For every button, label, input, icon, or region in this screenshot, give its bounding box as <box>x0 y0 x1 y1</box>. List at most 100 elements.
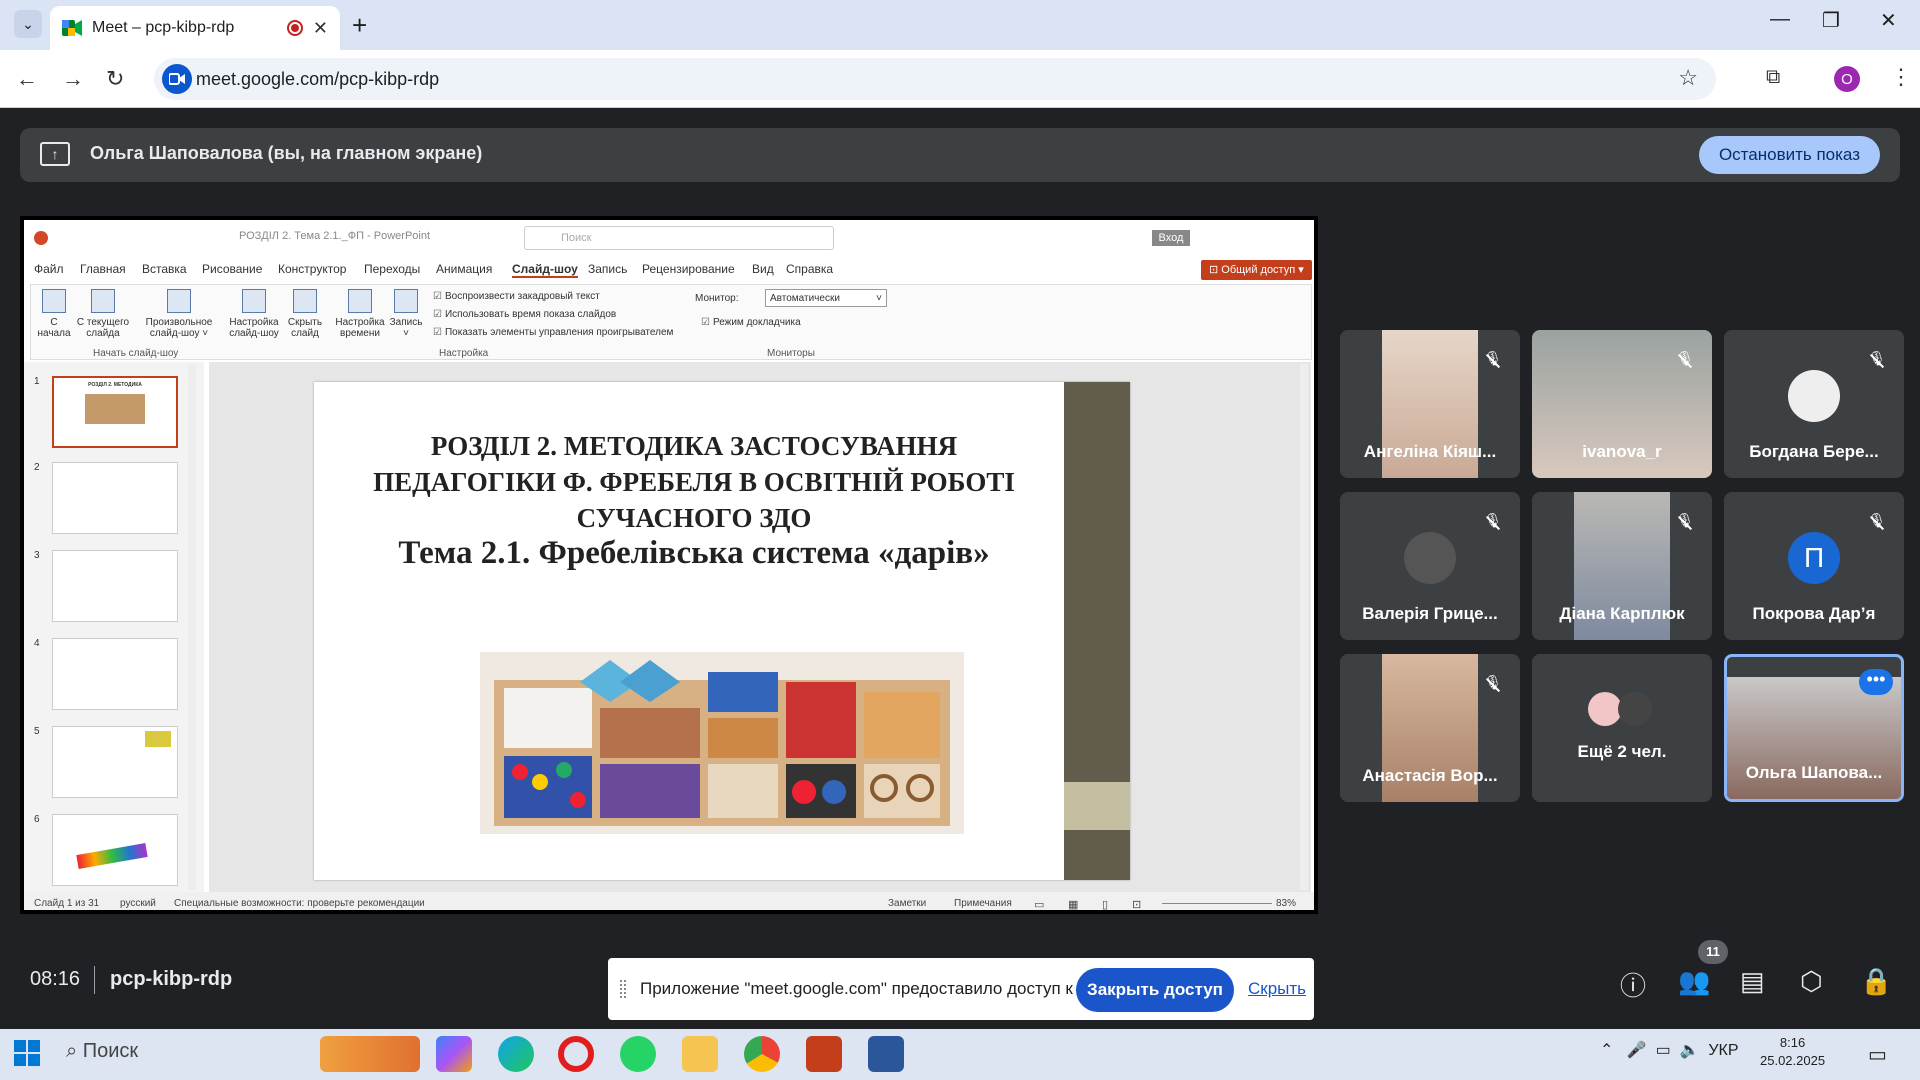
slide-thumbnail[interactable] <box>52 550 178 622</box>
forward-icon[interactable]: → <box>62 66 84 92</box>
participant-tile[interactable]: 🎙 Діана Карплюк <box>1532 492 1712 640</box>
tab-slideshow[interactable]: Слайд-шоу <box>512 262 578 278</box>
host-controls-icon[interactable]: 🔒 <box>1860 966 1892 997</box>
opera-icon[interactable] <box>558 1036 594 1072</box>
slide-thumbnail[interactable] <box>52 726 178 798</box>
more-options-icon[interactable]: ••• <box>1859 669 1893 695</box>
whatsapp-icon[interactable] <box>620 1036 656 1072</box>
timings-checkbox[interactable]: Использовать время показа слайдов <box>433 309 616 320</box>
ppt-search-input[interactable]: Поиск <box>524 226 834 250</box>
powerpoint-icon[interactable] <box>806 1036 842 1072</box>
windows-start-icon[interactable] <box>14 1040 40 1066</box>
taskbar-clock[interactable]: 8:16 25.02.2025 <box>1760 1034 1825 1070</box>
slide-thumbnail[interactable] <box>52 638 178 710</box>
tab-file[interactable]: Файл <box>34 262 64 276</box>
minimize-icon[interactable]: — <box>1770 8 1790 31</box>
taskbar-search[interactable]: ⌕ Поиск <box>66 1040 138 1063</box>
volume-icon[interactable]: 🔈 <box>1680 1042 1700 1059</box>
chrome-icon[interactable] <box>744 1036 780 1072</box>
slide-thumbnail[interactable]: РОЗДІЛ 2. МЕТОДИКА <box>52 376 178 448</box>
tab-review[interactable]: Рецензирование <box>642 262 735 276</box>
media-controls-checkbox[interactable]: Показать элементы управления проигрывате… <box>433 327 673 338</box>
site-info-icon[interactable] <box>162 64 192 94</box>
reading-view-icon[interactable]: ▯ <box>1102 898 1108 910</box>
more-participants-tile[interactable]: Ещё 2 чел. <box>1532 654 1712 802</box>
tab-design[interactable]: Конструктор <box>278 262 346 276</box>
tab-animation[interactable]: Анимация <box>436 262 492 276</box>
participant-tile[interactable]: 🎙 ivanova_r <box>1532 330 1712 478</box>
tab-view[interactable]: Вид <box>752 262 774 276</box>
hide-notification-link[interactable]: Скрыть <box>1248 979 1306 999</box>
record-button[interactable]: Запись ˅ <box>387 289 425 339</box>
edge-icon[interactable] <box>498 1036 534 1072</box>
participant-tile[interactable]: 🎙 Ангеліна Кіяш... <box>1340 330 1520 478</box>
slideshow-view-icon[interactable]: ⊡ <box>1132 898 1141 910</box>
address-bar[interactable]: meet.google.com/pcp-kibp-rdp ☆ <box>154 58 1716 100</box>
microphone-icon[interactable]: 🎤 <box>1627 1042 1647 1059</box>
chat-icon[interactable]: ▤ <box>1740 966 1765 997</box>
close-window-icon[interactable]: ✕ <box>1880 8 1897 33</box>
ppt-share-button[interactable]: ⊡ Общий доступ ▾ <box>1201 260 1312 280</box>
keyboard-language[interactable]: УКР <box>1708 1042 1738 1059</box>
narration-checkbox[interactable]: Воспроизвести закадровый текст <box>433 291 600 302</box>
participant-tile[interactable]: 🎙 Валерія Грице... <box>1340 492 1520 640</box>
browser-tab[interactable]: Meet – pcp-kibp-rdp ✕ <box>50 6 340 50</box>
custom-show-button[interactable]: Произвольное слайд-шоу ˅ <box>141 289 217 339</box>
presenter-view-checkbox[interactable]: Режим докладчика <box>701 317 801 328</box>
activities-icon[interactable]: ⬡ <box>1800 966 1823 997</box>
stop-sharing-button[interactable]: Закрыть доступ <box>1076 968 1234 1012</box>
hide-slide-button[interactable]: Скрыть слайд <box>285 289 325 339</box>
current-slide[interactable]: РОЗДІЛ 2. МЕТОДИКА ЗАСТОСУВАННЯ ПЕДАГОГІ… <box>314 382 1130 880</box>
reload-icon[interactable]: ↻ <box>106 66 124 92</box>
timer-icon <box>348 289 372 313</box>
from-start-button[interactable]: С начала <box>37 289 71 339</box>
slide-thumbnail[interactable] <box>52 462 178 534</box>
new-tab-button[interactable]: + <box>352 10 367 41</box>
rehearse-timing-button[interactable]: Настройка времени <box>335 289 385 339</box>
monitor-select[interactable]: Автоматически ˅ <box>765 289 887 307</box>
stop-presenting-button[interactable]: Остановить показ <box>1698 136 1880 174</box>
notes-button[interactable]: Заметки <box>888 898 926 909</box>
info-icon[interactable]: ⓘ <box>1620 966 1646 1003</box>
people-icon[interactable]: 👥 <box>1678 966 1710 997</box>
zoom-level[interactable]: 83% <box>1276 898 1296 909</box>
tab-insert[interactable]: Вставка <box>142 262 187 276</box>
notifications-icon[interactable]: ▭ <box>1868 1042 1887 1067</box>
sorter-view-icon[interactable]: ▦ <box>1068 898 1078 910</box>
language-indicator[interactable]: русский <box>120 898 156 909</box>
browser-menu-icon[interactable]: ⋮ <box>1890 64 1912 90</box>
bookmark-star-icon[interactable]: ☆ <box>1678 65 1698 91</box>
tab-record[interactable]: Запись <box>588 262 627 276</box>
tab-home[interactable]: Главная <box>80 262 126 276</box>
restore-icon[interactable]: ❐ <box>1822 8 1840 33</box>
back-icon[interactable]: ← <box>16 66 38 92</box>
network-icon[interactable]: ▭ <box>1656 1042 1671 1059</box>
file-explorer-icon[interactable] <box>682 1036 718 1072</box>
slide-scrollbar[interactable] <box>1300 364 1308 890</box>
accessibility-status[interactable]: Специальные возможности: проверьте реком… <box>174 898 425 909</box>
participant-tile[interactable]: П 🎙 Покрова Дар’я <box>1724 492 1904 640</box>
participant-tile-self[interactable]: ••• Ольга Шапова... <box>1724 654 1904 802</box>
drag-handle-icon[interactable] <box>620 980 626 998</box>
normal-view-icon[interactable]: ▭ <box>1034 898 1044 910</box>
ppt-login-button[interactable]: Вход <box>1152 230 1190 246</box>
tab-search-button[interactable]: ⌄ <box>14 10 42 38</box>
tab-transitions[interactable]: Переходы <box>364 262 420 276</box>
participant-tile[interactable]: 🎙 Анастасія Вор... <box>1340 654 1520 802</box>
word-icon[interactable] <box>868 1036 904 1072</box>
slide-thumbnail[interactable] <box>52 814 178 886</box>
comments-button[interactable]: Примечания <box>954 898 1012 909</box>
from-current-button[interactable]: С текущего слайда <box>75 289 131 339</box>
tab-draw[interactable]: Рисование <box>202 262 262 276</box>
setup-show-button[interactable]: Настройка слайд-шоу <box>227 289 281 339</box>
copilot-icon[interactable] <box>436 1036 472 1072</box>
participant-tile[interactable]: 🎙 Богдана Бере... <box>1724 330 1904 478</box>
chevron-up-icon[interactable]: ⌃ <box>1600 1042 1613 1059</box>
tab-help[interactable]: Справка <box>786 262 833 276</box>
zoom-slider[interactable] <box>1162 903 1272 904</box>
taskbar-widget[interactable] <box>320 1036 420 1072</box>
extensions-icon[interactable]: ⧉ <box>1766 66 1780 89</box>
close-tab-icon[interactable]: ✕ <box>313 18 328 39</box>
profile-avatar[interactable]: O <box>1834 66 1860 92</box>
thumbnail-scrollbar[interactable] <box>188 364 196 890</box>
